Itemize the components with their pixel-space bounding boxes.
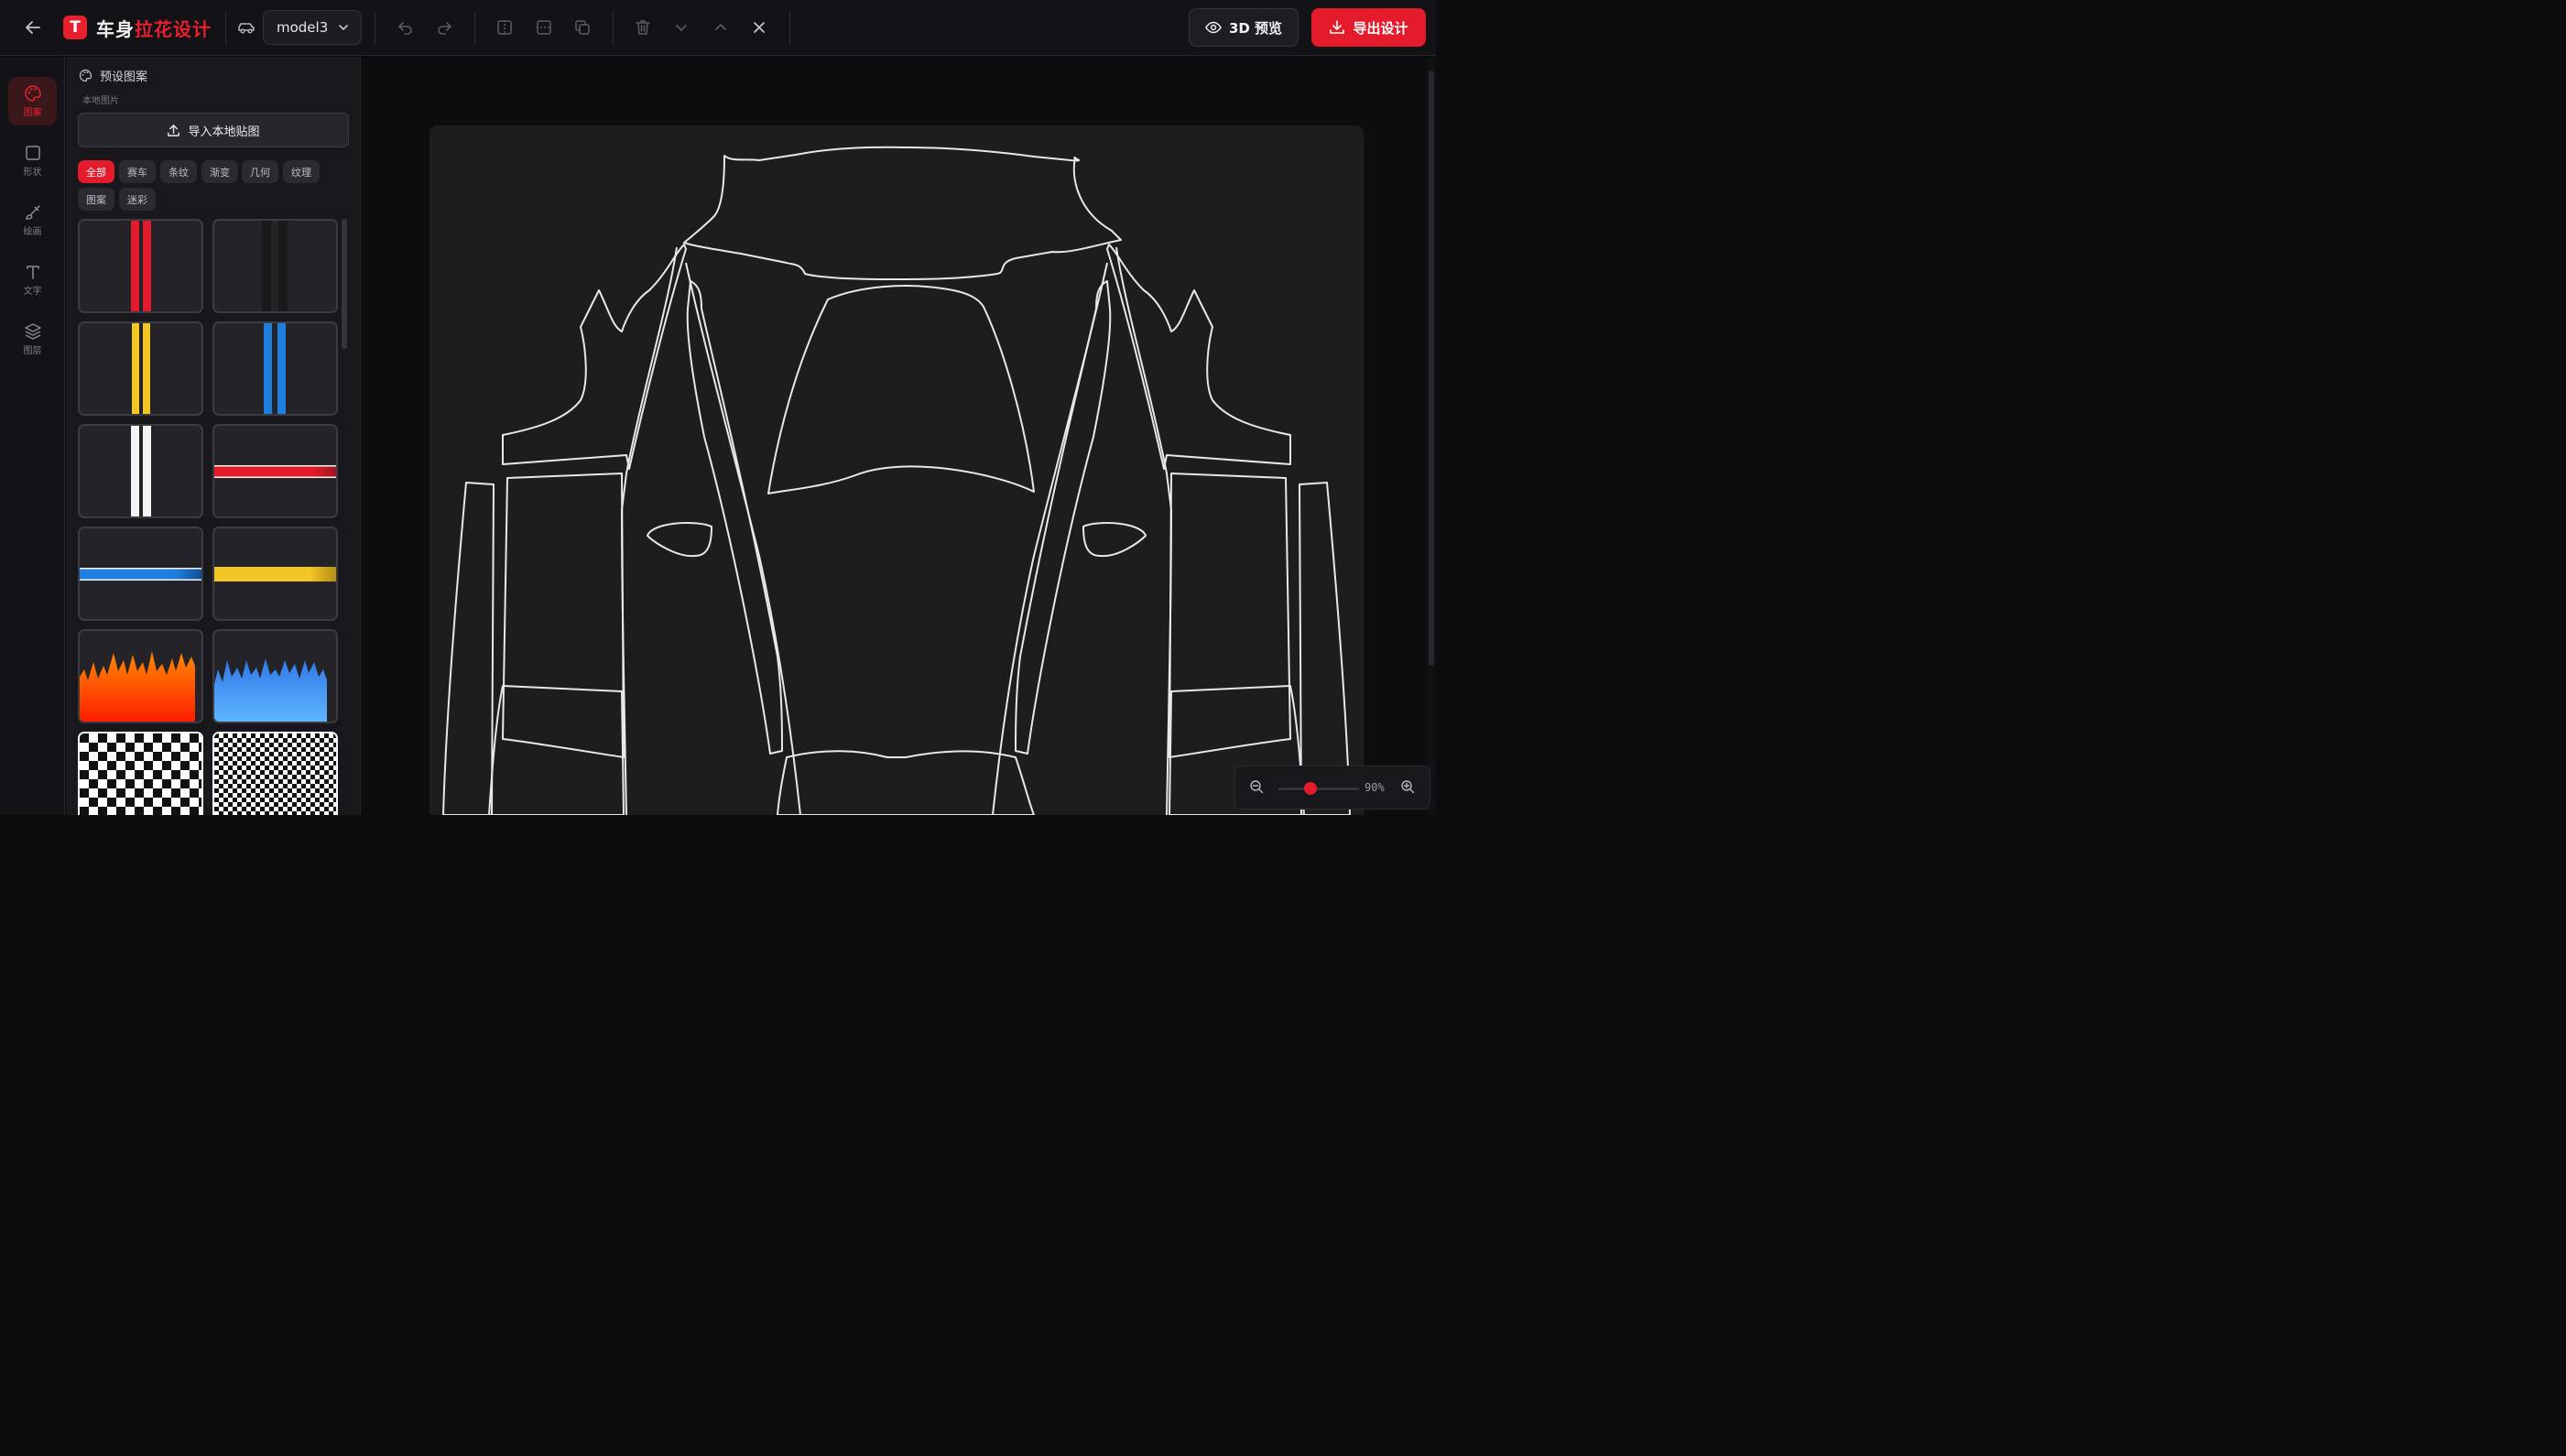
chevron-up-icon [715, 23, 726, 30]
car-outline-template [442, 146, 1351, 815]
divider [613, 12, 614, 45]
flip-vertical-icon [537, 20, 551, 35]
arrow-left-icon [26, 21, 40, 34]
import-image-label: 导入本地贴图 [188, 125, 260, 139]
tool-rail: 图案 形状 绘画 文字 图层 [0, 57, 65, 815]
category-chip[interactable]: 纹理 [283, 160, 320, 183]
deselect-button[interactable] [746, 15, 772, 40]
back-button[interactable] [20, 15, 46, 40]
rail-item-shape[interactable]: 形状 [8, 136, 57, 185]
model-select-value: model3 [277, 19, 329, 36]
category-chip[interactable]: 渐变 [201, 160, 238, 183]
zoom-value: 90% [1365, 781, 1385, 794]
move-up-button[interactable] [708, 15, 734, 40]
flip-horizontal-button[interactable] [492, 15, 517, 40]
delete-button[interactable] [630, 15, 656, 40]
panel-title: 预设图案 [100, 71, 148, 84]
zoom-out-button[interactable] [1249, 779, 1267, 798]
rail-item-paint[interactable]: 绘画 [8, 196, 57, 244]
download-icon [1330, 20, 1345, 34]
zoom-control: 90% [1234, 766, 1430, 809]
brush-icon [25, 205, 40, 220]
pattern-tile-orange-flames[interactable] [78, 629, 203, 723]
app-logo: T [63, 16, 87, 39]
zoom-in-button[interactable] [1400, 779, 1419, 798]
palette-icon [24, 85, 41, 102]
flip-horizontal-icon [497, 20, 512, 35]
rail-item-label: 绘画 [23, 227, 42, 237]
pattern-tile-yellow-side-stripe[interactable] [212, 527, 338, 621]
eye-icon [1205, 21, 1222, 34]
export-label: 导出设计 [1353, 19, 1408, 37]
undo-button[interactable] [393, 15, 419, 40]
move-down-button[interactable] [669, 15, 694, 40]
category-chip[interactable]: 赛车 [119, 160, 156, 183]
panel-header: 预设图案 [79, 67, 147, 84]
rail-item-label: 图案 [23, 108, 42, 118]
top-toolbar: T 车身拉花设计 model3 3D 预览 导出设计 [0, 0, 1436, 56]
export-button[interactable]: 导出设计 [1311, 8, 1426, 47]
trash-icon [636, 20, 650, 35]
category-chip[interactable]: 图案 [78, 188, 114, 211]
zoom-slider-track[interactable] [1278, 788, 1359, 790]
pattern-tile-blue-side-stripe[interactable] [78, 527, 203, 621]
square-icon [25, 146, 40, 160]
upload-icon [168, 124, 180, 136]
divider [789, 12, 790, 45]
flip-vertical-button[interactable] [531, 15, 557, 40]
pattern-tile-small-checker[interactable] [212, 732, 338, 815]
pattern-tile-white-stripes[interactable] [78, 424, 203, 518]
category-chip[interactable]: 几何 [242, 160, 278, 183]
preview-3d-label: 3D 预览 [1228, 19, 1283, 37]
zoom-slider-thumb[interactable] [1304, 782, 1318, 795]
divider [225, 12, 226, 45]
chevron-down-icon [676, 25, 687, 32]
canvas-workspace [362, 57, 1436, 815]
app-title-main: 车身 [96, 18, 135, 40]
duplicate-icon [575, 20, 590, 35]
pattern-tile-blue-stripes[interactable] [212, 321, 338, 416]
pattern-grid [78, 219, 341, 815]
redo-button[interactable] [431, 15, 457, 40]
rail-item-pattern[interactable]: 图案 [8, 77, 57, 125]
chevron-down-icon [339, 25, 348, 31]
zoom-out-icon [1250, 780, 1264, 794]
pattern-tile-large-checker[interactable] [78, 732, 203, 815]
pattern-tile-black-stripes[interactable] [212, 219, 338, 313]
duplicate-button[interactable] [570, 15, 595, 40]
pattern-tile-red-stripes[interactable] [78, 219, 203, 313]
panel-scrollbar[interactable] [342, 219, 347, 349]
divider [474, 12, 475, 45]
canvas-scrollbar-thumb[interactable] [1429, 71, 1434, 666]
rail-item-label: 图层 [23, 346, 42, 356]
rail-item-text[interactable]: 文字 [8, 255, 57, 304]
close-icon [754, 22, 765, 33]
panel-subtitle: 本地图片 [82, 96, 119, 106]
preview-3d-button[interactable]: 3D 预览 [1189, 8, 1299, 47]
canvas-scrollbar[interactable] [1427, 57, 1436, 815]
pattern-tile-red-side-stripe[interactable] [212, 424, 338, 518]
undo-icon [398, 22, 412, 35]
app-title-accent: 拉花设计 [135, 18, 212, 40]
car-icon [238, 23, 255, 34]
category-chip[interactable]: 条纹 [160, 160, 197, 183]
app-title: 车身拉花设计 [96, 15, 212, 41]
import-image-button[interactable]: 导入本地贴图 [78, 113, 349, 147]
pattern-tile-blue-flames[interactable] [212, 629, 338, 723]
model-select[interactable]: model3 [263, 10, 362, 45]
wrap-template-canvas[interactable] [429, 125, 1364, 815]
redo-icon [438, 22, 451, 35]
pattern-tile-yellow-stripes[interactable] [78, 321, 203, 416]
rail-item-layers[interactable]: 图层 [8, 315, 57, 364]
pattern-panel: 预设图案 本地图片 导入本地贴图 全部 赛车 条纹 渐变 几何 纹理 图案 迷彩 [66, 57, 361, 815]
category-chip[interactable]: 全部 [78, 160, 114, 183]
zoom-in-icon [1401, 780, 1415, 794]
layers-icon [24, 323, 41, 340]
rail-item-label: 文字 [23, 287, 42, 297]
rail-item-label: 形状 [23, 168, 42, 178]
category-chip[interactable]: 迷彩 [119, 188, 156, 211]
palette-icon [79, 69, 92, 82]
text-icon [26, 266, 39, 279]
